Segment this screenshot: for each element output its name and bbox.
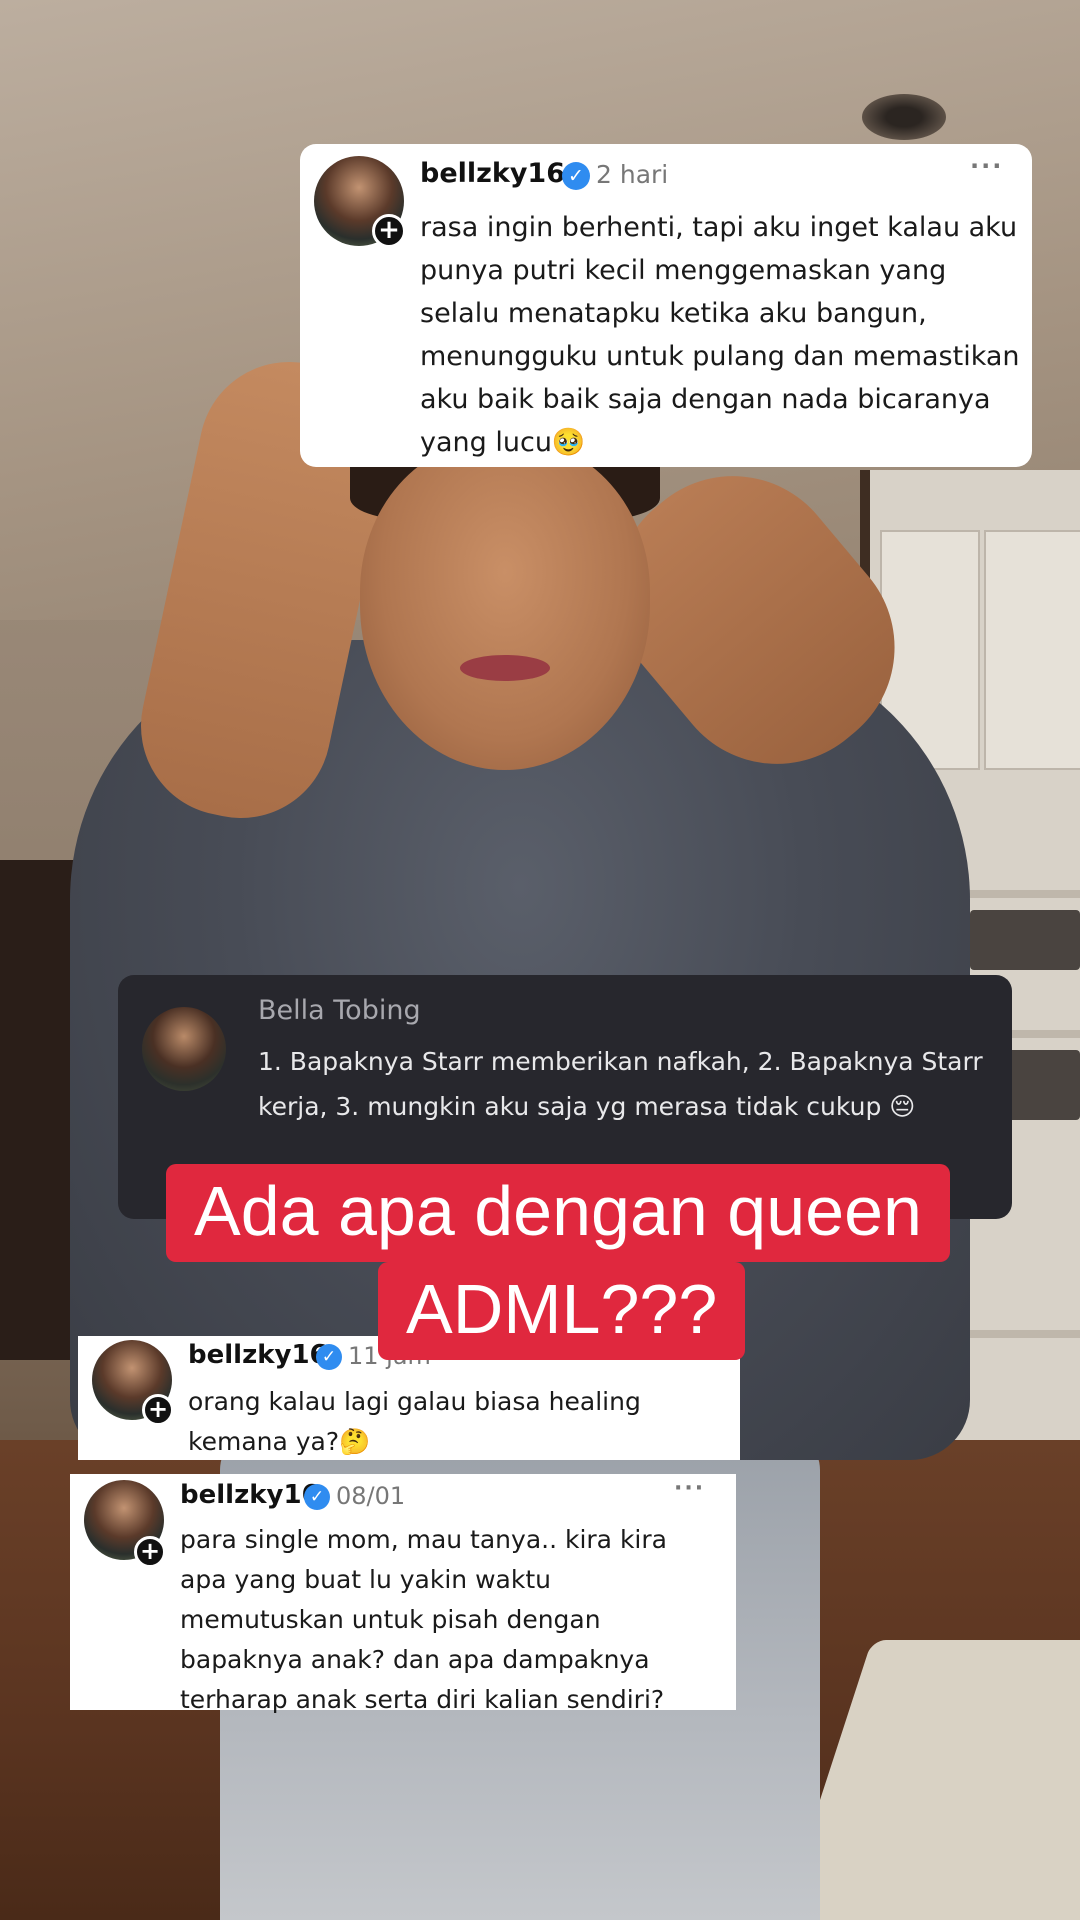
comment-card[interactable]: + bellzky16 ✓ 08/01 ··· para single mom,… (70, 1474, 736, 1714)
person-lips (460, 655, 550, 681)
comment-username[interactable]: bellzky16 (180, 1480, 320, 1510)
avatar[interactable] (142, 1007, 226, 1091)
follow-plus-icon[interactable]: + (372, 214, 406, 248)
comment-card[interactable]: + bellzky16 ✓ 2 hari ··· rasa ingin berh… (300, 144, 1032, 467)
verified-badge-icon: ✓ (316, 1344, 342, 1370)
comment-text: 1. Bapaknya Starr memberikan nafkah, 2. … (258, 1047, 983, 1121)
comment-text: rasa ingin berhenti, tapi aku inget kala… (420, 212, 1020, 458)
follow-plus-icon[interactable]: + (134, 1536, 166, 1568)
verified-badge-icon: ✓ (304, 1484, 330, 1510)
comment-username[interactable]: Bella Tobing (258, 995, 421, 1026)
cabinet-door-right (984, 530, 1080, 770)
cabinet-shelf (960, 890, 1080, 898)
comment-text: para single mom, mau tanya.. kira kira a… (180, 1525, 667, 1714)
comment-time: 2 hari (596, 160, 669, 189)
comment-text: orang kalau lagi galau biasa healing kem… (188, 1387, 641, 1456)
comment-username[interactable]: bellzky16 (420, 158, 565, 189)
comment-username[interactable]: bellzky16 (188, 1340, 328, 1370)
more-options-icon[interactable]: ··· (674, 1476, 705, 1501)
avatar[interactable]: + (314, 156, 406, 248)
verified-badge-icon: ✓ (562, 162, 590, 190)
more-options-icon[interactable]: ··· (970, 152, 1003, 180)
shelf-items (970, 910, 1080, 970)
caption-line-2: ADML??? (378, 1262, 746, 1360)
cabinet-shelf (960, 1330, 1080, 1338)
comment-time: 08/01 (336, 1482, 406, 1510)
avatar[interactable]: + (84, 1480, 166, 1568)
ceiling-light (862, 94, 946, 140)
avatar[interactable]: + (92, 1340, 174, 1426)
caption-line-1: Ada apa dengan queen (166, 1164, 950, 1262)
person-face (360, 440, 650, 770)
follow-plus-icon[interactable]: + (142, 1394, 174, 1426)
